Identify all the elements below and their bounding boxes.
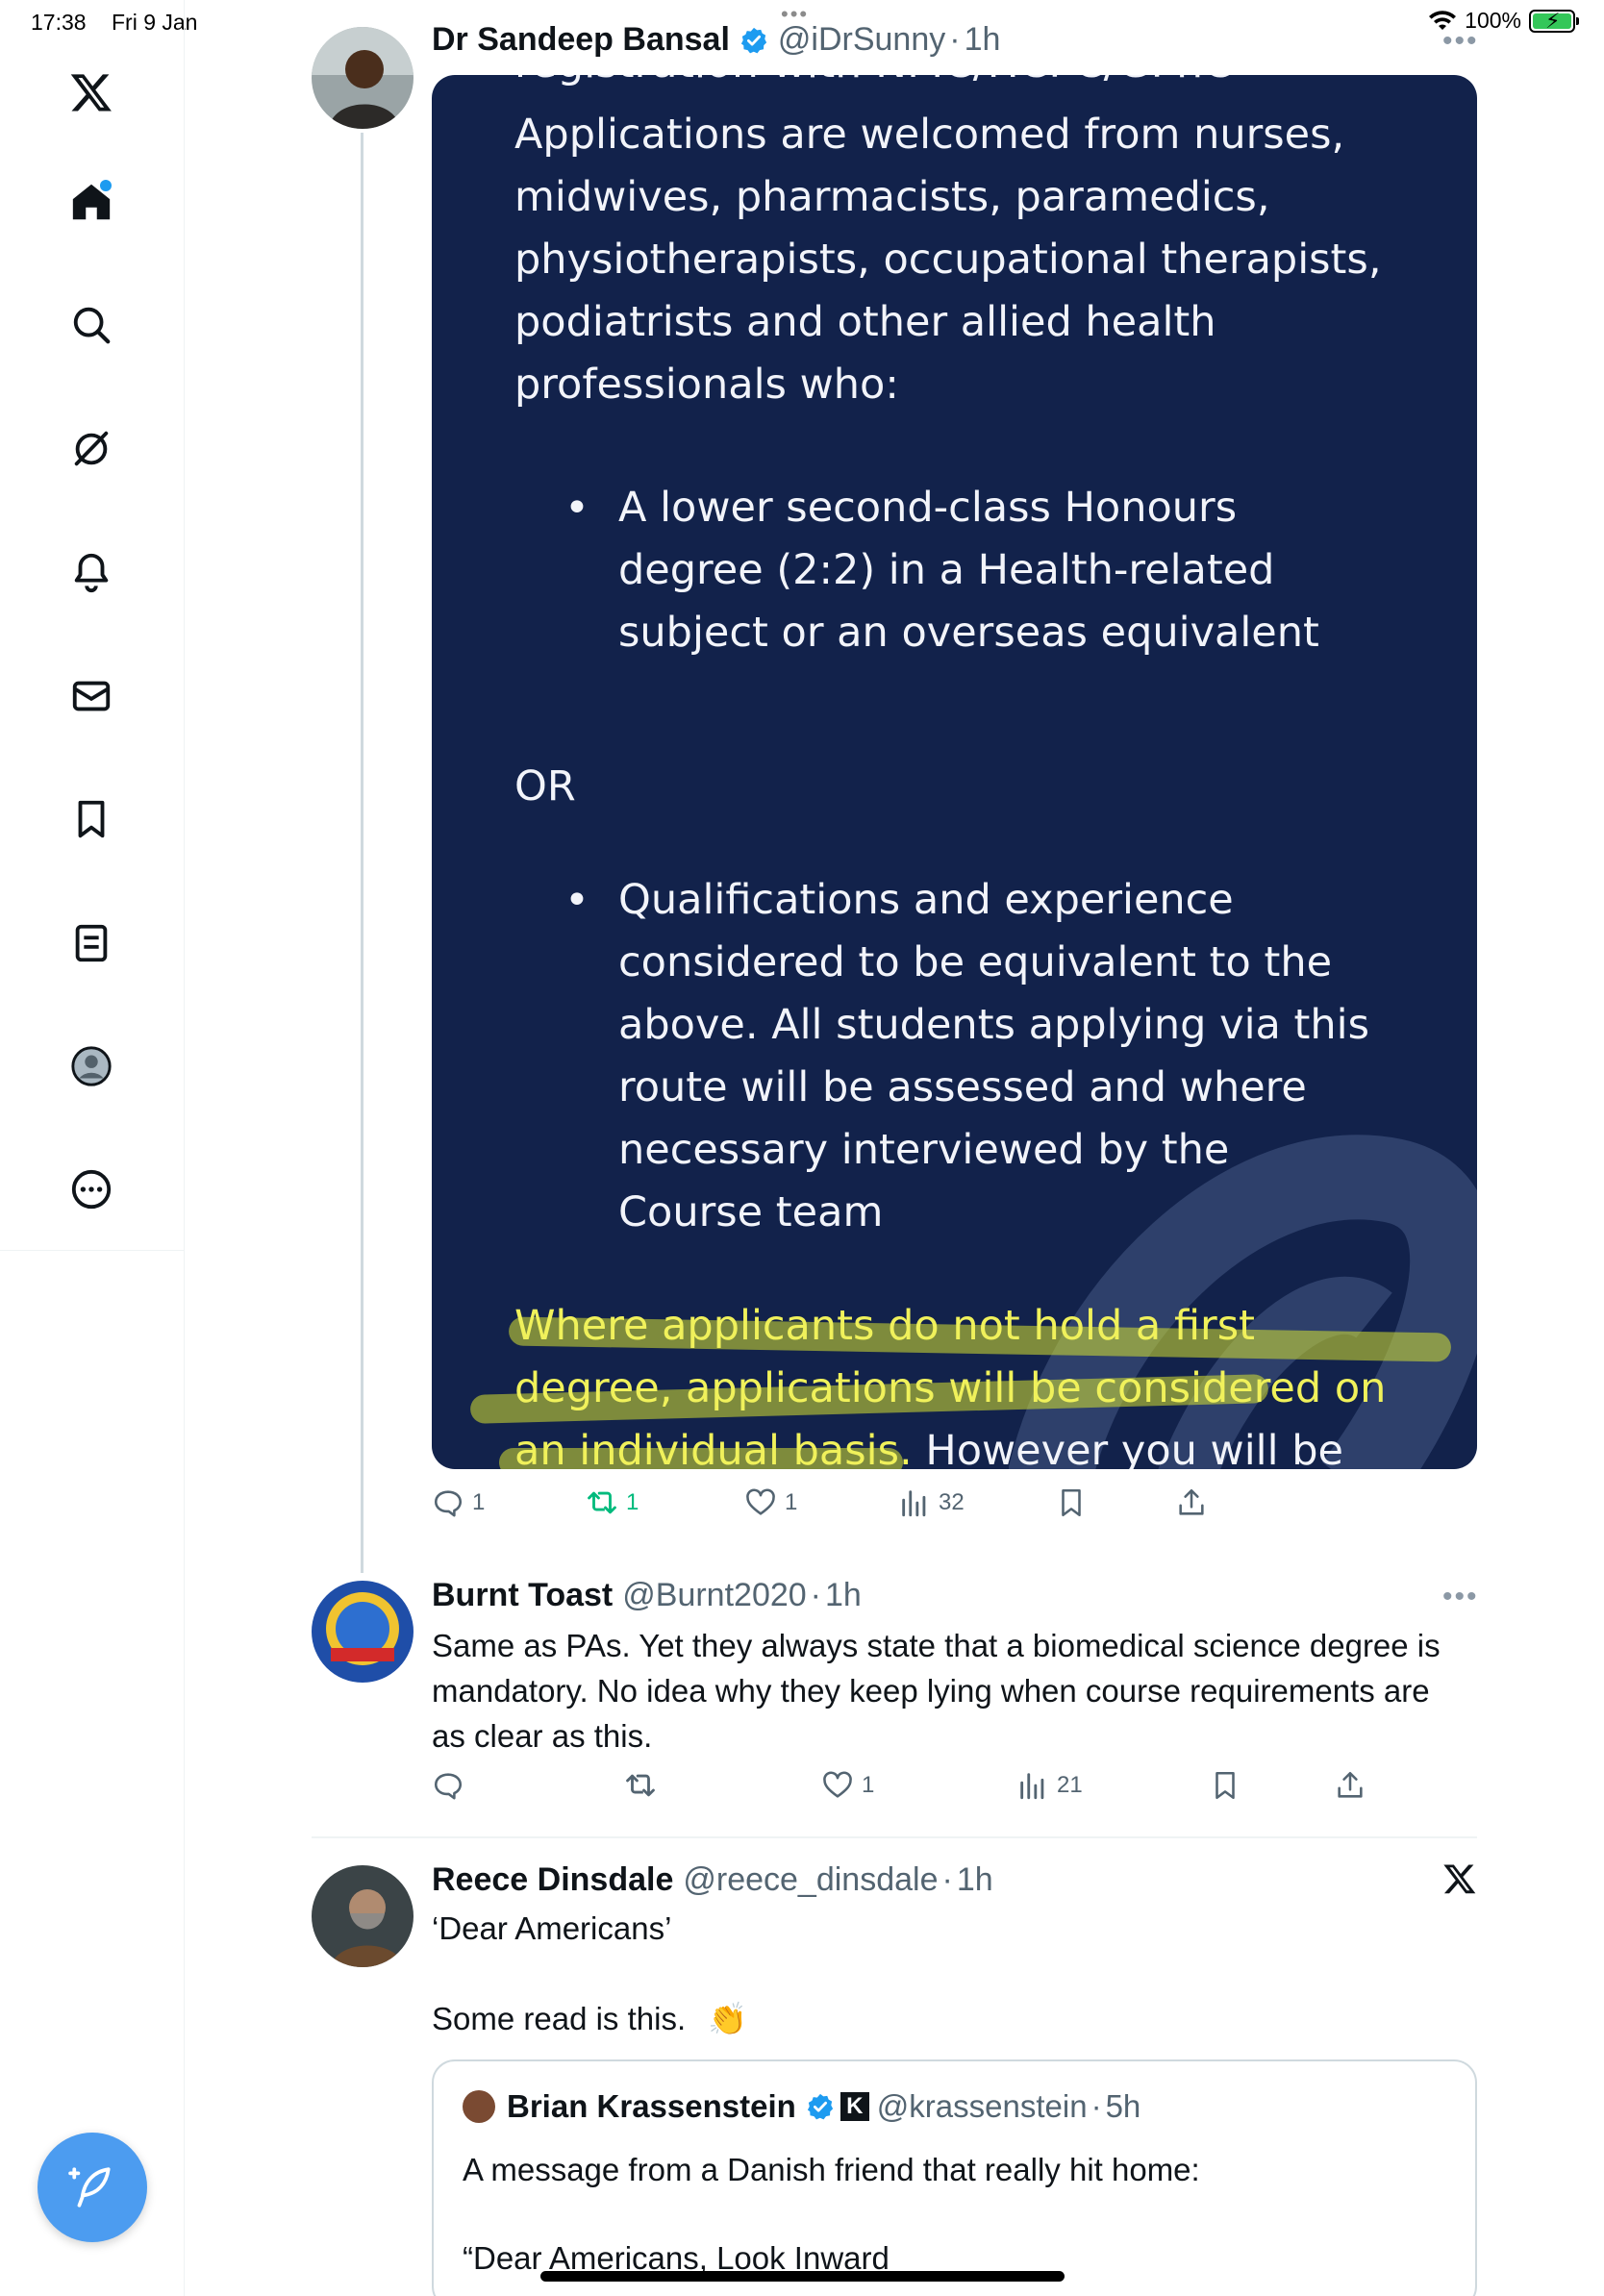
tweet-more-icon[interactable]: ••• <box>1442 1581 1479 1613</box>
share-button[interactable] <box>1175 1486 1208 1519</box>
author-name[interactable]: Reece Dinsdale <box>432 1861 673 1899</box>
views-icon <box>1020 1773 1044 1800</box>
compose-icon <box>68 2167 111 2208</box>
like-count: 1 <box>785 1489 798 1515</box>
media-text-or: OR <box>514 762 576 811</box>
author-handle[interactable]: @reece_dinsdale <box>683 1861 938 1899</box>
mail-icon[interactable] <box>63 668 119 724</box>
dot-separator: · <box>810 1577 821 1613</box>
bookmark-icon <box>1216 1771 1235 1800</box>
bell-icon[interactable] <box>63 544 119 600</box>
views-button[interactable]: 21 <box>1016 1769 1083 1802</box>
home-indicator[interactable] <box>540 2271 1065 2282</box>
media-list-1: A lower second-class Honours degree (2:2… <box>514 477 1380 664</box>
author-handle[interactable]: @iDrSunny <box>778 21 945 59</box>
avatar[interactable] <box>312 1865 414 1967</box>
tweet-time[interactable]: 1h <box>965 21 1001 59</box>
media-text-tail: However you will be <box>912 1427 1343 1469</box>
tweet-more-icon[interactable]: ••• <box>1442 25 1479 58</box>
tweet-actions: 1 21 <box>432 1769 1477 1811</box>
dot-separator: · <box>941 1861 953 1898</box>
reply-icon <box>434 1490 463 1517</box>
search-icon[interactable] <box>63 297 119 353</box>
quote-avatar[interactable] <box>463 2090 495 2123</box>
sidebar <box>0 0 185 2296</box>
like-button[interactable]: 1 <box>744 1486 797 1519</box>
quote-author-handle[interactable]: @krassenstein <box>877 2088 1088 2125</box>
tweet-header: Dr Sandeep Bansal @iDrSunny · 1h <box>432 21 1000 59</box>
reply-button[interactable]: 1 <box>432 1486 485 1519</box>
heart-icon <box>746 1488 775 1515</box>
thread-line <box>361 133 363 1573</box>
media-text-highlight: Where applicants do not hold a first deg… <box>514 1295 1409 1469</box>
bookmark-button[interactable] <box>1209 1769 1241 1802</box>
home-icon[interactable] <box>63 174 119 230</box>
tweet-header: Burnt Toast @Burnt2020 · 1h <box>432 1577 862 1614</box>
tweet-text: Same as PAs. Yet they always state that … <box>432 1628 1441 1754</box>
tweet-text: Some read is this. <box>432 2001 687 2036</box>
repost-icon <box>626 1774 655 1797</box>
repost-icon <box>588 1491 616 1514</box>
views-count: 32 <box>939 1489 965 1515</box>
views-button[interactable]: 32 <box>898 1486 965 1519</box>
reply-count: 1 <box>472 1489 486 1515</box>
repost-button[interactable] <box>624 1769 664 1802</box>
clapping-hands-icon: 👏 <box>708 2001 748 2036</box>
quoted-tweet[interactable]: Brian Krassenstein K @krassenstein · 5h … <box>432 2059 1477 2296</box>
avatar[interactable] <box>312 1581 414 1683</box>
compose-button[interactable] <box>38 2133 147 2242</box>
tweet-text-line1: ‘Dear Americans’ <box>432 1910 672 1946</box>
dot-separator: · <box>1090 2088 1102 2124</box>
quote-time[interactable]: 5h <box>1106 2088 1141 2125</box>
bookmark-icon[interactable] <box>63 791 119 847</box>
x-logo-icon[interactable] <box>1442 1861 1477 1901</box>
tweet-time[interactable]: 1h <box>825 1577 862 1614</box>
tweet-time[interactable]: 1h <box>957 1861 993 1899</box>
dot-separator: · <box>949 21 961 58</box>
share-icon <box>1179 1488 1204 1515</box>
bookmark-icon <box>1062 1488 1081 1517</box>
repost-count: 1 <box>626 1489 639 1515</box>
grok-icon[interactable] <box>63 421 119 477</box>
media-bullet-2: Qualifications and experience considered… <box>514 869 1380 1244</box>
tweet-actions: 1 1 1 32 <box>432 1486 1477 1529</box>
tweet-header: Reece Dinsdale @reece_dinsdale · 1h <box>432 1861 993 1899</box>
quote-author-name[interactable]: Brian Krassenstein <box>507 2088 796 2125</box>
affiliate-badge-icon: K <box>840 2092 869 2121</box>
author-handle[interactable]: @Burnt2020 <box>622 1577 806 1614</box>
author-name[interactable]: Dr Sandeep Bansal <box>432 21 730 59</box>
x-logo-icon[interactable] <box>63 64 119 120</box>
repost-button[interactable]: 1 <box>586 1486 639 1519</box>
tweet-separator <box>312 1836 1477 1838</box>
quote-text-line1: A message from a Danish friend that real… <box>463 2152 1200 2187</box>
verified-badge-icon <box>807 2093 833 2120</box>
media-text-cut: registration with NMC/HCPC/GPhC <box>514 75 1233 87</box>
heart-icon <box>823 1771 852 1798</box>
sidebar-divider <box>0 1250 185 1251</box>
media-bullet-1: A lower second-class Honours degree (2:2… <box>514 477 1380 664</box>
share-button[interactable] <box>1334 1769 1366 1802</box>
like-count: 1 <box>862 1772 875 1798</box>
like-button[interactable]: 1 <box>821 1769 874 1802</box>
tweet-text-line2: Some read is this. 👏 <box>432 1996 747 2041</box>
views-count: 21 <box>1057 1772 1083 1798</box>
profile-icon[interactable] <box>63 1038 119 1094</box>
notification-dot <box>100 180 112 191</box>
reply-button[interactable] <box>432 1769 472 1802</box>
quote-header: Brian Krassenstein K @krassenstein · 5h <box>463 2088 1140 2125</box>
battery-icon: ⚡ <box>1529 9 1579 33</box>
avatar[interactable] <box>312 27 414 129</box>
share-icon <box>1338 1771 1363 1798</box>
bookmark-button[interactable] <box>1055 1486 1088 1519</box>
views-icon <box>902 1490 926 1517</box>
lists-icon[interactable] <box>63 915 119 971</box>
media-text-intro: Applications are welcomed from nurses, m… <box>514 111 1382 409</box>
tweet-media-image[interactable]: registration with NMC/HCPC/GPhC Applicat… <box>432 75 1477 1469</box>
media-list-2: Qualifications and experience considered… <box>514 869 1380 1244</box>
verified-badge-icon <box>740 27 767 53</box>
more-icon[interactable] <box>63 1161 119 1217</box>
author-name[interactable]: Burnt Toast <box>432 1577 613 1614</box>
reply-icon <box>434 1773 463 1800</box>
